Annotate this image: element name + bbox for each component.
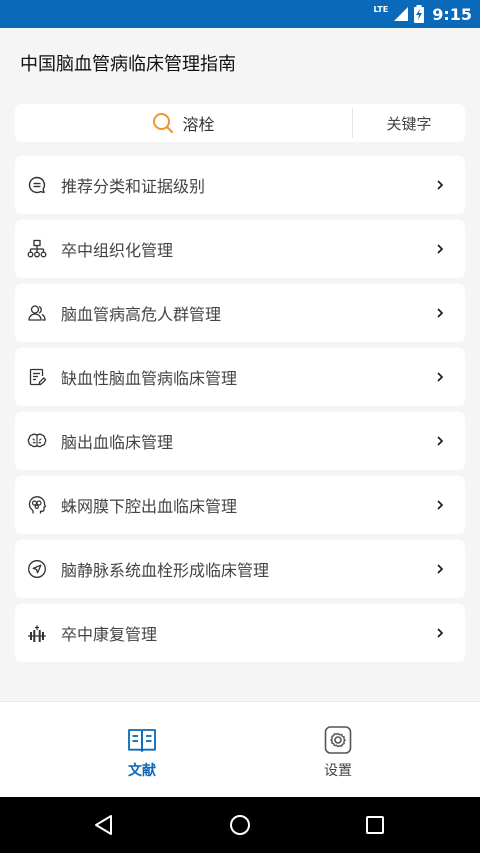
menu-item-cerebral-venous-thrombosis[interactable]: 脑静脉系统血栓形成临床管理 xyxy=(15,540,465,598)
chevron-right-icon xyxy=(437,500,444,510)
menu-item-label: 脑出血临床管理 xyxy=(61,433,174,452)
back-icon[interactable] xyxy=(92,813,116,837)
search-query: 溶栓 xyxy=(182,115,215,134)
system-navigation-bar xyxy=(0,797,480,853)
chevron-right-icon xyxy=(437,308,444,318)
menu-item-label: 蛛网膜下腔出血临床管理 xyxy=(61,497,238,516)
home-icon[interactable] xyxy=(228,813,252,837)
menu-item-high-risk-population[interactable]: 脑血管病高危人群管理 xyxy=(15,284,465,342)
chevron-right-icon xyxy=(437,180,444,190)
book-icon xyxy=(128,729,156,752)
dumbbell-icon xyxy=(28,625,46,642)
chevron-right-icon xyxy=(437,564,444,574)
status-bar: LTE 9:15 xyxy=(0,0,480,28)
navigation-icon xyxy=(28,560,46,578)
clock: 9:15 xyxy=(432,4,472,24)
menu-item-label: 脑静脉系统血栓形成临床管理 xyxy=(61,561,270,580)
menu-item-label: 卒中组织化管理 xyxy=(61,241,174,260)
keyword-button[interactable]: 关键字 xyxy=(353,104,465,142)
tab-literature-label: 文献 xyxy=(128,763,156,779)
chevron-right-icon xyxy=(437,372,444,382)
app-header: 中国脑血管病临床管理指南 xyxy=(0,28,480,98)
tab-settings-label: 设置 xyxy=(324,763,352,779)
menu-item-label: 脑血管病高危人群管理 xyxy=(61,305,222,324)
menu-item-label: 推荐分类和证据级别 xyxy=(61,177,206,196)
menu-item-stroke-organization[interactable]: 卒中组织化管理 xyxy=(15,220,465,278)
tab-literature[interactable]: 文献 xyxy=(102,702,182,798)
tab-settings[interactable]: 设置 xyxy=(298,702,378,798)
settings-icon xyxy=(324,726,352,754)
chevron-right-icon xyxy=(437,436,444,446)
menu-item-ischemic-cerebrovascular[interactable]: 缺血性脑血管病临床管理 xyxy=(15,348,465,406)
menu-item-label: 卒中康复管理 xyxy=(61,625,158,644)
search-bar: 溶栓 关键字 xyxy=(15,104,465,142)
chevron-right-icon xyxy=(437,244,444,254)
bottom-navigation: 文献 设置 xyxy=(0,701,480,797)
search-icon xyxy=(153,113,174,134)
message-icon xyxy=(28,176,46,194)
menu-item-stroke-rehabilitation[interactable]: 卒中康复管理 xyxy=(15,604,465,662)
chevron-right-icon xyxy=(437,628,444,638)
search-field[interactable]: 溶栓 xyxy=(15,104,352,142)
document-edit-icon xyxy=(29,368,47,386)
menu-item-label: 缺血性脑血管病临床管理 xyxy=(61,369,238,388)
menu-item-recommendation-classes[interactable]: 推荐分类和证据级别 xyxy=(15,156,465,214)
battery-icon xyxy=(414,5,425,23)
head-gears-icon xyxy=(28,496,47,514)
group-icon xyxy=(28,305,46,321)
menu-item-subarachnoid-hemorrhage[interactable]: 蛛网膜下腔出血临床管理 xyxy=(15,476,465,534)
brain-icon xyxy=(27,433,47,448)
network-type: LTE xyxy=(373,4,389,14)
org-chart-icon xyxy=(27,239,47,258)
status-icons: LTE 9:15 xyxy=(374,0,473,28)
signal-icon xyxy=(394,7,409,21)
page-title: 中国脑血管病临床管理指南 xyxy=(20,54,236,75)
menu-item-cerebral-hemorrhage[interactable]: 脑出血临床管理 xyxy=(15,412,465,470)
recents-icon[interactable] xyxy=(363,813,387,837)
